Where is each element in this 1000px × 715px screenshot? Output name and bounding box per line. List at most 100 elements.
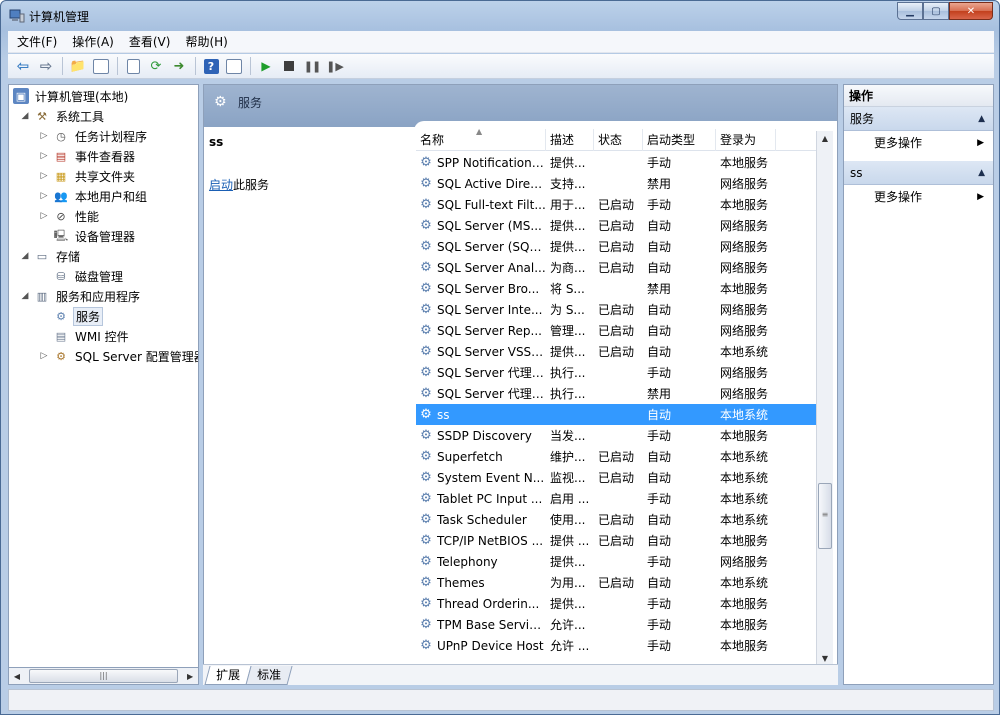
column-header-logon-as[interactable]: 登录为 <box>716 129 776 151</box>
service-row[interactable]: ⚙ SQL Active Direc... 支持... 禁用 网络服务 <box>416 173 816 194</box>
menu-file[interactable]: 文件(F) <box>11 31 63 53</box>
more-actions-ss[interactable]: 更多操作 ▶ <box>844 185 993 209</box>
service-startup-type: 手动 <box>647 618 672 632</box>
menu-action[interactable]: 操作(A) <box>66 31 120 53</box>
tree-item-performance[interactable]: ▷ ⊘ 性能 <box>38 206 101 226</box>
sort-asc-icon: ▲ <box>476 127 483 136</box>
tree-item-task-scheduler[interactable]: ▷ ◷ 任务计划程序 <box>38 126 149 146</box>
tree-item-services[interactable]: ⚙ 服务 <box>53 306 104 326</box>
service-row[interactable]: ⚙ Thread Orderin... 提供... 手动 本地服务 <box>416 593 816 614</box>
close-button[interactable]: ✕ <box>949 2 993 20</box>
list-vertical-scrollbar[interactable]: ▲ ≡ ▼ <box>816 131 833 667</box>
pause-service-button[interactable]: ❚❚ <box>301 56 323 76</box>
tree-item-sql-config[interactable]: ▷ ⚙ SQL Server 配置管理器 <box>38 346 198 366</box>
tree-item-wmi[interactable]: ▤ WMI 控件 <box>53 326 131 346</box>
service-row[interactable]: ⚙ Task Scheduler 使用... 已启动 自动 本地系统 <box>416 509 816 530</box>
service-row[interactable]: ⚙ TCP/IP NetBIOS ... 提供 ... 已启动 自动 本地服务 <box>416 530 816 551</box>
scroll-right-icon[interactable]: ▶ <box>182 668 198 684</box>
up-level-button[interactable]: 📁 <box>67 56 89 76</box>
expand-icon[interactable]: ▷ <box>38 130 50 142</box>
service-row[interactable]: ⚙ SPP Notification ... 提供... 手动 本地服务 <box>416 152 816 173</box>
service-row[interactable]: ⚙ TPM Base Servic... 允许... 手动 本地服务 <box>416 614 816 635</box>
column-header-status[interactable]: 状态 <box>594 129 643 151</box>
show-action-pane-button[interactable] <box>223 56 245 76</box>
tree-item-services-apps[interactable]: ◢ ▥ 服务和应用程序 <box>19 286 142 306</box>
help-button[interactable]: ? <box>200 56 222 76</box>
service-logon-as: 本地服务 <box>720 198 769 212</box>
service-row[interactable]: ⚙ ss 自动 本地系统 <box>416 404 816 425</box>
collapse-caret-icon[interactable]: ▲ <box>978 107 985 131</box>
tree-item-local-users[interactable]: ▷ 👥 本地用户和组 <box>38 186 149 206</box>
menu-help[interactable]: 帮助(H) <box>179 31 233 53</box>
show-hide-tree-button[interactable] <box>90 56 112 76</box>
expand-icon[interactable]: ▷ <box>38 350 50 362</box>
resume-service-button[interactable]: ❚▶ <box>324 56 346 76</box>
service-name-cell: ⚙ SQL Active Direc... <box>416 176 546 192</box>
service-row[interactable]: ⚙ SQL Server (MS... 提供... 已启动 自动 网络服务 <box>416 215 816 236</box>
service-row[interactable]: ⚙ SQL Full-text Filt... 用于... 已启动 手动 本地服务 <box>416 194 816 215</box>
gear-icon: ⚙ <box>420 238 432 254</box>
service-row[interactable]: ⚙ Superfetch 维护... 已启动 自动 本地系统 <box>416 446 816 467</box>
expand-icon[interactable]: ▷ <box>38 190 50 202</box>
export-list-button[interactable]: ➜ <box>168 56 190 76</box>
minimize-button[interactable]: ▁ <box>897 2 923 20</box>
more-actions-services[interactable]: 更多操作 ▶ <box>844 131 993 155</box>
service-row[interactable]: ⚙ SQL Server Inte... 为 S... 已启动 自动 网络服务 <box>416 299 816 320</box>
menu-view[interactable]: 查看(V) <box>123 31 177 53</box>
expand-icon[interactable]: ▷ <box>38 170 50 182</box>
service-row[interactable]: ⚙ SSDP Discovery 当发... 手动 本地服务 <box>416 425 816 446</box>
refresh-button[interactable]: ⟳ <box>145 56 167 76</box>
back-button[interactable]: ⇦ <box>12 56 34 76</box>
collapse-icon[interactable]: ◢ <box>19 290 31 302</box>
start-service-link[interactable]: 启动 <box>209 178 233 192</box>
scroll-left-icon[interactable]: ◀ <box>9 668 25 684</box>
stop-service-button[interactable] <box>278 56 300 76</box>
collapse-caret-icon[interactable]: ▲ <box>978 161 985 185</box>
service-row[interactable]: ⚙ Tablet PC Input ... 启用 ... 手动 本地系统 <box>416 488 816 509</box>
scroll-thumb[interactable]: ≡ <box>818 483 832 549</box>
service-row[interactable]: ⚙ Telephony 提供... 手动 网络服务 <box>416 551 816 572</box>
expand-icon[interactable]: ▷ <box>38 150 50 162</box>
column-header-description[interactable]: 描述 <box>546 129 594 151</box>
tree-item-storage[interactable]: ◢ ▭ 存储 <box>19 246 82 266</box>
service-row[interactable]: ⚙ SQL Server (SQL... 提供... 已启动 自动 网络服务 <box>416 236 816 257</box>
collapse-icon[interactable]: ◢ <box>19 110 31 122</box>
service-name: SQL Server (MS... <box>437 218 542 233</box>
maximize-button[interactable]: ▢ <box>923 2 949 20</box>
tree-item-shared-folders[interactable]: ▷ ▦ 共享文件夹 <box>38 166 137 186</box>
scroll-up-icon[interactable]: ▲ <box>817 131 833 147</box>
column-header-startup-type[interactable]: 启动类型 <box>643 129 716 151</box>
actions-section-ss[interactable]: ss ▲ <box>844 161 993 185</box>
expand-icon[interactable]: ▷ <box>38 210 50 222</box>
tab-extended[interactable]: 扩展 <box>204 666 252 685</box>
tree-item-disk-management[interactable]: ⛁ 磁盘管理 <box>53 266 125 286</box>
start-service-button[interactable]: ▶ <box>255 56 277 76</box>
service-row[interactable]: ⚙ SQL Server Rep... 管理... 已启动 自动 网络服务 <box>416 320 816 341</box>
scroll-thumb[interactable]: ||| <box>28 669 179 683</box>
service-row[interactable]: ⚙ SQL Server 代理 ... 执行... 禁用 网络服务 <box>416 383 816 404</box>
service-row[interactable]: ⚙ Themes 为用... 已启动 自动 本地系统 <box>416 572 816 593</box>
service-row[interactable]: ⚙ SQL Server Anal... 为商... 已启动 自动 网络服务 <box>416 257 816 278</box>
tab-standard[interactable]: 标准 <box>245 666 293 685</box>
actions-section-services[interactable]: 服务 ▲ <box>844 107 993 131</box>
toolbar: ⇦ ⇨ 📁 ⟳ ➜ ? ▶ ❚❚ ❚▶ <box>8 54 994 79</box>
forward-button[interactable]: ⇨ <box>35 56 57 76</box>
tree-item-event-viewer[interactable]: ▷ ▤ 事件查看器 <box>38 146 137 166</box>
forward-arrow-icon: ⇨ <box>39 57 53 75</box>
properties-button[interactable] <box>122 56 144 76</box>
service-row[interactable]: ⚙ SQL Server 代理 ... 执行... 手动 网络服务 <box>416 362 816 383</box>
service-row[interactable]: ⚙ UPnP Device Host 允许 ... 手动 本地服务 <box>416 635 816 656</box>
service-startup-type: 手动 <box>647 198 672 212</box>
shared-folder-icon: ▦ <box>55 169 67 183</box>
tree-item-root[interactable]: ▣ 计算机管理(本地) <box>13 86 130 106</box>
service-logon-as: 本地服务 <box>720 618 769 632</box>
tree-item-device-manager[interactable]: 🖳 设备管理器 <box>53 226 137 246</box>
tree-item-system-tools[interactable]: ◢ ⚒ 系统工具 <box>19 106 106 126</box>
tree-horizontal-scrollbar[interactable]: ◀ ||| ▶ <box>8 667 199 685</box>
service-row[interactable]: ⚙ SQL Server Bro... 将 S... 禁用 本地服务 <box>416 278 816 299</box>
service-row[interactable]: ⚙ SQL Server VSS ... 提供... 已启动 自动 本地系统 <box>416 341 816 362</box>
collapse-icon[interactable]: ◢ <box>19 250 31 262</box>
service-row[interactable]: ⚙ System Event N... 监视... 已启动 自动 本地系统 <box>416 467 816 488</box>
column-header-name[interactable]: ▲ 名称 <box>416 127 546 151</box>
service-logon-as: 本地系统 <box>720 576 769 590</box>
